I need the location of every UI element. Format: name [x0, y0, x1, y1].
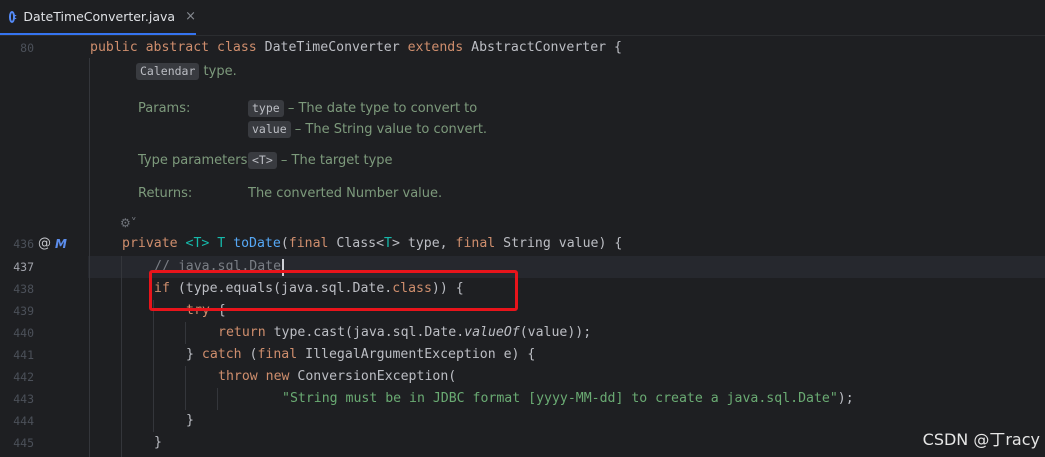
implementation-icon[interactable]: M — [55, 233, 67, 255]
doc-returns-label: Returns: — [138, 186, 193, 201]
line-number: 441 — [13, 348, 34, 362]
code-line-442[interactable]: throw new ConversionException( — [218, 366, 456, 388]
doc-returns-text: The converted Number value. — [248, 186, 443, 201]
indent-guide — [185, 322, 186, 344]
doc-param-value: value – The String value to convert. — [248, 120, 487, 140]
line-number: 440 — [13, 326, 34, 340]
indent-guide — [153, 300, 154, 432]
indent-guide — [217, 388, 218, 410]
line-number: 437 — [13, 260, 34, 274]
code-chip: Calendar — [136, 63, 200, 80]
indent-guide — [185, 366, 186, 410]
code-chip: <T> — [248, 152, 277, 169]
editor-tab-bar: DateTimeConverter.java × — [0, 0, 1045, 36]
tab-label: DateTimeConverter.java — [23, 9, 176, 24]
line-number: 444 — [13, 414, 34, 428]
code-line-440[interactable]: return type.cast(java.sql.Date.valueOf(v… — [218, 322, 591, 344]
red-highlight-annotation — [149, 270, 518, 311]
line-number: 438 — [13, 282, 34, 296]
doc-description: Calendar type. — [136, 62, 237, 82]
code-chip: value — [248, 121, 291, 138]
line-number: 80 — [20, 41, 34, 55]
code-line-80[interactable]: public abstract class DateTimeConverter … — [90, 37, 622, 59]
doc-param-type: type – The date type to convert to — [248, 99, 477, 119]
code-line-441[interactable]: } catch (final IllegalArgumentException … — [186, 344, 535, 366]
code-chip: type — [248, 100, 284, 117]
code-line-445[interactable]: } — [154, 432, 162, 454]
doc-params-label: Params: — [138, 101, 191, 116]
line-number: 439 — [13, 304, 34, 318]
doc-type-params-label: Type parameters: — [138, 153, 252, 168]
line-number: 443 — [13, 392, 34, 406]
toggle-doc-render-icon[interactable]: ⚙˅ — [120, 216, 137, 230]
java-class-icon — [9, 10, 18, 23]
code-line-444[interactable]: } — [186, 410, 194, 432]
doc-type-param: <T> – The target type — [248, 151, 393, 171]
code-line-443[interactable]: "String must be in JDBC format [yyyy-MM-… — [282, 388, 854, 410]
code-line-436[interactable]: private <T> T toDate(final Class<T> type… — [122, 233, 622, 255]
close-icon[interactable]: × — [185, 9, 196, 24]
line-number: 442 — [13, 370, 34, 384]
rendered-javadoc: Calendar type. Params: type – The date t… — [88, 58, 1045, 210]
line-number: 445 — [13, 436, 34, 450]
annotation-icon[interactable]: @ — [38, 233, 51, 255]
tab-datetimeconverter[interactable]: DateTimeConverter.java × — [0, 0, 196, 35]
watermark: CSDN @丁racy — [922, 430, 1040, 449]
line-number: 436 — [13, 237, 34, 251]
indent-guide — [121, 256, 122, 457]
